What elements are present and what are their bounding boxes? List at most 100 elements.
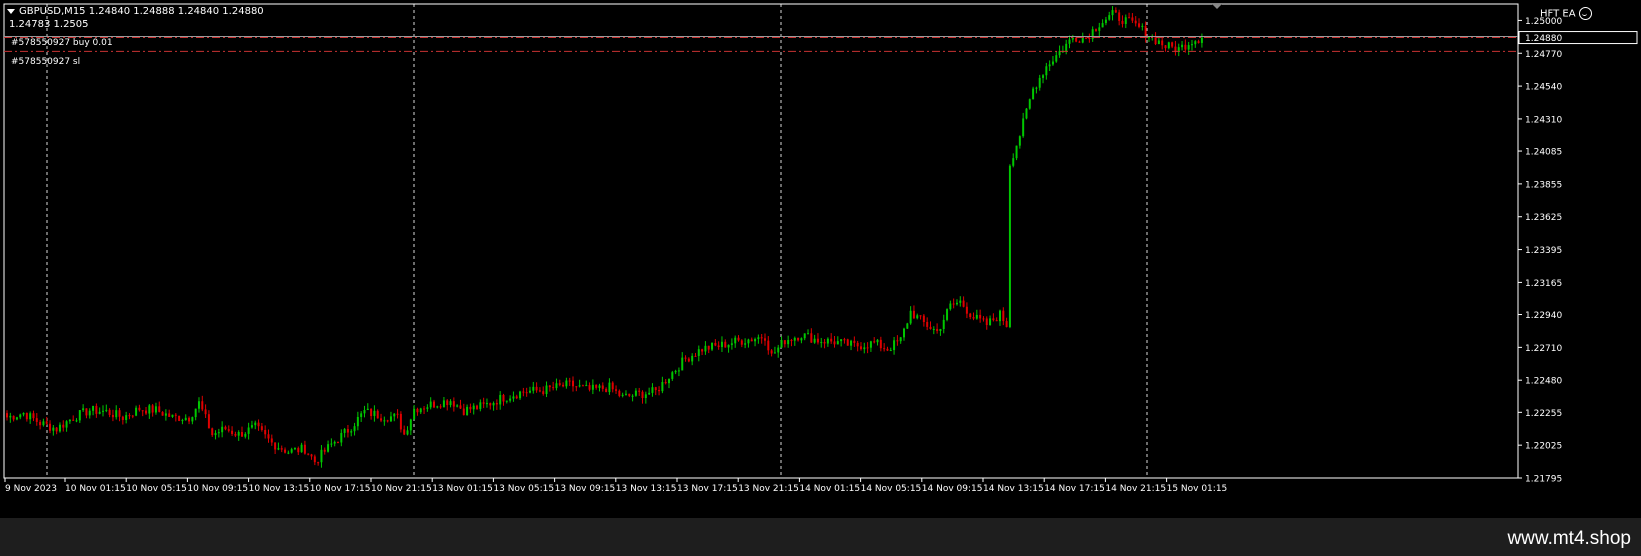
chart-area[interactable]: 1.25000 1.24770 1.24540 1.24310 1.24085 1.238… (0, 0, 1641, 518)
candle-bull (363, 410, 366, 414)
candle-bear (638, 390, 641, 392)
candle-bear (121, 416, 124, 420)
candle-bull (757, 337, 760, 340)
chart-shift-marker-icon (1212, 4, 1222, 9)
candle-bear (303, 444, 306, 454)
candle-bear (750, 339, 753, 342)
candle-bull (197, 401, 200, 409)
x-tick-label: 13 Nov 05:15 (493, 484, 554, 494)
candle-bull (598, 385, 601, 388)
candle-bull (1042, 75, 1045, 78)
candle-bear (595, 384, 598, 388)
candle-bull (744, 343, 747, 345)
candle-bull (409, 419, 412, 431)
candle-bull (807, 333, 810, 335)
candle-bull (148, 405, 151, 414)
candle-bear (1121, 20, 1124, 24)
candle-bear (538, 390, 541, 392)
candle-bull (720, 341, 723, 347)
candle-bear (323, 449, 326, 452)
candle-bear (459, 405, 462, 409)
candle-bear (879, 339, 882, 349)
candle-bull (1022, 118, 1025, 137)
candle-bull (105, 409, 108, 411)
candle-bear (396, 413, 399, 415)
candle-bear (926, 322, 929, 327)
candle-bull (989, 318, 992, 326)
candle-bull (383, 420, 386, 422)
candle-bull (181, 420, 184, 422)
candle-bear (1164, 45, 1167, 49)
candle-bull (916, 315, 919, 319)
candle-bear (1161, 40, 1164, 46)
candle-bear (552, 387, 555, 389)
candle-bull (691, 355, 694, 362)
candle-bear (558, 383, 561, 385)
candle-bear (985, 318, 988, 326)
indicator-values: 1.24783 1.2505 (9, 19, 89, 30)
candle-bear (495, 403, 498, 405)
candle-bull (512, 396, 515, 399)
candle-bull (78, 410, 81, 421)
candle-bear (128, 415, 131, 417)
candle-bull (492, 403, 495, 406)
candle-bear (138, 407, 141, 411)
candle-bear (201, 401, 204, 410)
candle-bull (125, 415, 128, 420)
candle-bear (1131, 17, 1134, 21)
candle-bull (191, 417, 194, 422)
candle-bear (399, 413, 402, 430)
candle-bull (1055, 55, 1058, 62)
candle-bull (734, 337, 737, 344)
candle-bull (727, 344, 730, 348)
candle-bear (575, 386, 578, 388)
candle-bear (562, 384, 565, 387)
candle-bear (111, 414, 114, 418)
candle-bear (856, 342, 859, 347)
candle-bear (581, 385, 584, 387)
candle-bull (631, 395, 634, 397)
candle-bull (171, 414, 174, 417)
candle-bear (49, 423, 52, 431)
y-tick-label: 1.23625 (1525, 213, 1562, 223)
candle-bull (949, 303, 952, 310)
y-tick-label: 1.22025 (1525, 442, 1562, 452)
candle-bear (1085, 37, 1088, 39)
candle-bull (836, 341, 839, 345)
candle-bear (439, 406, 442, 408)
x-tick-label: 14 Nov 17:15 (1044, 484, 1105, 494)
candle-bear (611, 382, 614, 390)
candle-bull (499, 394, 502, 405)
candle-bull (747, 339, 750, 344)
candle-bull (343, 429, 346, 433)
candle-bull (250, 425, 253, 428)
candle-bull (754, 339, 757, 342)
candle-bear (207, 414, 210, 429)
candle-bull (1008, 165, 1011, 328)
candle-bear (307, 453, 310, 455)
candle-bear (522, 391, 525, 393)
candle-bear (432, 401, 435, 408)
collapse-arrow-icon[interactable] (7, 8, 15, 14)
candle-bull (787, 340, 790, 345)
candle-bull (780, 340, 783, 348)
candle-bull (217, 432, 220, 434)
expert-advisor-label[interactable]: HFT EA (1540, 7, 1592, 21)
expert-name: HFT EA (1540, 8, 1576, 20)
candle-bull (333, 441, 336, 444)
candle-bear (843, 339, 846, 341)
candle-bull (773, 352, 776, 354)
x-tick-label: 13 Nov 17:15 (677, 484, 738, 494)
candle-bear (241, 432, 244, 437)
candle-bull (1081, 37, 1084, 43)
candlestick-chart[interactable]: 1.250001.247701.245401.243101.240851.238… (0, 0, 1641, 518)
candle-bull (406, 430, 409, 435)
candle-bull (429, 401, 432, 408)
candle-bull (115, 410, 118, 418)
candle-bear (62, 424, 65, 428)
current-price-label: 1.24880 (1525, 34, 1562, 44)
candle-bull (869, 341, 872, 348)
candle-bear (714, 343, 717, 346)
candle-bear (234, 433, 237, 436)
candle-bear (995, 320, 998, 322)
